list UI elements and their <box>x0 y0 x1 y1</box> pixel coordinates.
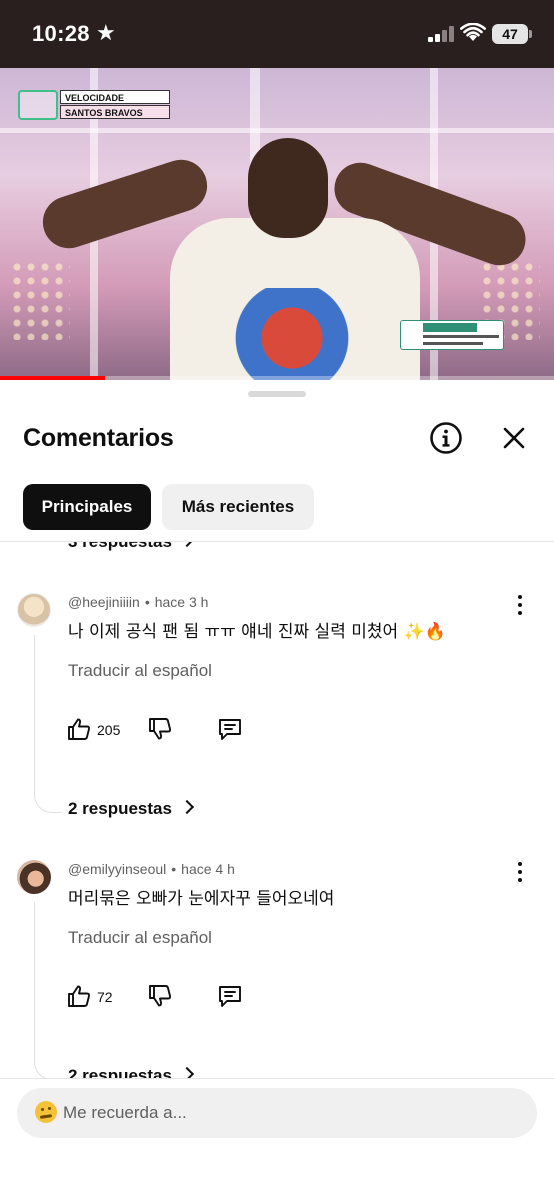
replies-link[interactable]: 3 respuestas <box>68 542 195 552</box>
thread-line <box>34 635 62 813</box>
stage-truss <box>0 128 554 133</box>
comment-meta: @emilyyinseoul • hace 4 h <box>68 861 235 877</box>
broadcast-overlay: VELOCIDADE SANTOS BRAVOS <box>18 90 170 120</box>
overlay-tag: SANTOS BRAVOS <box>60 105 170 119</box>
broadcast-logo-icon <box>18 90 58 120</box>
like-icon[interactable] <box>66 716 92 742</box>
reply-icon[interactable] <box>217 983 243 1009</box>
overlay-tag: VELOCIDADE <box>60 90 170 104</box>
comment-time: hace 3 h <box>154 594 209 610</box>
avatar[interactable] <box>17 593 51 627</box>
comment-text: 나 이제 공식 팬 됨 ㅠㅠ 얘네 진짜 실력 미쳤어 ✨🔥 <box>68 622 446 642</box>
comment-item: @heejiniiiin • hace 3 h 나 이제 공식 팬 됨 ㅠㅠ 얘네 … <box>0 593 554 853</box>
cellular-signal-icon <box>428 26 454 42</box>
comment-input[interactable]: Me recuerda a... <box>17 1088 537 1138</box>
close-icon[interactable] <box>496 420 532 456</box>
comment-item: @emilyyinseoul • hace 4 h 머리묶은 오빠가 눈에자꾸 들어… <box>0 860 554 1078</box>
replies-link[interactable]: 2 respuestas <box>68 799 195 819</box>
more-options-icon[interactable] <box>510 593 530 619</box>
avatar[interactable] <box>17 860 51 894</box>
comment-time: hace 4 h <box>181 861 235 877</box>
thread-line <box>34 902 62 1078</box>
shirt-print <box>222 288 362 380</box>
drag-handle[interactable] <box>248 391 306 397</box>
comment-text: 머리묶은 오빠가 눈에자꾸 들어오네여 <box>68 889 335 909</box>
sheet-title: Comentarios <box>23 424 174 452</box>
thinking-face-icon <box>35 1101 57 1123</box>
chip-principales[interactable]: Principales <box>23 484 151 530</box>
comment-input-placeholder: Me recuerda a... <box>63 1103 187 1122</box>
vote-info-box <box>400 320 504 350</box>
wifi-icon <box>460 23 486 41</box>
more-options-icon[interactable] <box>510 860 530 886</box>
replies-label: 3 respuestas <box>68 542 172 551</box>
status-bar: 10:28 ★ 47 <box>0 0 554 68</box>
performer-head <box>248 138 328 238</box>
dislike-icon[interactable] <box>147 983 173 1009</box>
translate-link[interactable]: Traducir al español <box>68 661 212 681</box>
reply-icon[interactable] <box>217 716 243 742</box>
like-icon[interactable] <box>66 983 92 1009</box>
comment-meta: @heejiniiiin • hace 3 h <box>68 594 209 610</box>
replies-link[interactable]: 2 respuestas <box>68 1066 195 1078</box>
comment-actions: 205 <box>66 716 266 746</box>
comments-list[interactable]: 3 respuestas @heejiniiiin•hace 3 h 나 이제 … <box>0 542 554 1078</box>
like-count: 205 <box>97 722 121 738</box>
chevron-right-icon <box>179 799 195 815</box>
translate-link[interactable]: Traducir al español <box>68 928 212 948</box>
comment-author[interactable]: @heejiniiiin <box>68 594 140 610</box>
video-player[interactable]: VELOCIDADE SANTOS BRAVOS <box>0 68 554 380</box>
info-icon[interactable] <box>428 420 464 456</box>
replies-label: 2 respuestas <box>68 799 172 818</box>
star-icon: ★ <box>96 20 116 45</box>
comment-composer: Me recuerda a... <box>0 1078 554 1199</box>
status-time: 10:28 <box>32 21 90 46</box>
replies-label: 2 respuestas <box>68 1066 172 1078</box>
dislike-icon[interactable] <box>147 716 173 742</box>
comment-author[interactable]: @emilyyinseoul <box>68 861 166 877</box>
like-count: 72 <box>97 989 113 1005</box>
chevron-right-icon <box>179 542 195 548</box>
battery-indicator: 47 <box>492 24 532 44</box>
chevron-right-icon <box>179 1066 195 1078</box>
comment-actions: 72 <box>66 983 266 1013</box>
stage-lights <box>10 260 70 340</box>
comments-sheet: Comentarios Principales Más recientes 3 … <box>0 380 554 1199</box>
chip-mas-recientes[interactable]: Más recientes <box>162 484 314 530</box>
